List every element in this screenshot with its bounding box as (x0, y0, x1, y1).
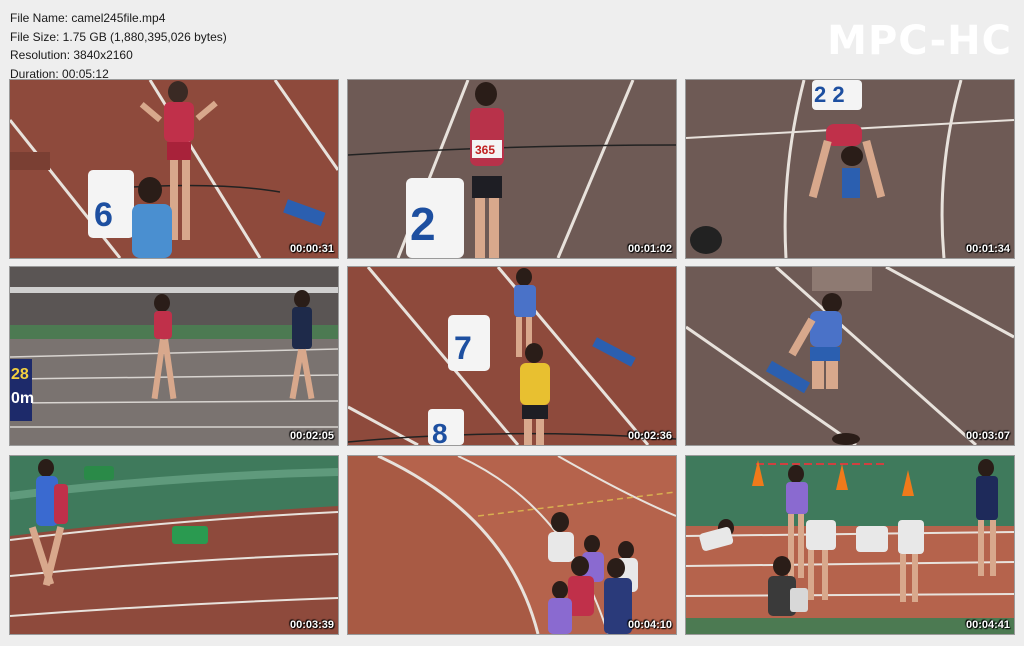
file-info: File Name: camel245file.mp4 File Size: 1… (10, 9, 227, 83)
timestamp: 00:01:34 (965, 243, 1010, 255)
frame-image (10, 456, 338, 634)
frame-image: 28 0m (10, 267, 338, 445)
lane-number-7: 7 (454, 330, 472, 366)
frame-image (686, 267, 1014, 445)
mpc-hc-logo: MPC-HC (827, 18, 1012, 64)
lane-number-2: 2 (410, 198, 436, 250)
thumbnail-1[interactable]: 6 00:00:31 (9, 79, 339, 259)
file-name: File Name: camel245file.mp4 (10, 11, 166, 25)
lane-number-8: 8 (432, 418, 448, 445)
lane-number-6: 6 (94, 196, 113, 234)
thumbnail-9[interactable]: 00:04:41 (685, 455, 1015, 635)
bib-number: 365 (475, 143, 495, 157)
timestamp: 00:03:07 (965, 430, 1010, 442)
thumbnail-4[interactable]: 28 0m 00:02:05 (9, 266, 339, 446)
lane-number-2: 2 2 (814, 82, 845, 107)
timestamp: 00:03:39 (289, 619, 334, 631)
thumbnail-2[interactable]: 2 365 00:01:02 (347, 79, 677, 259)
board-text: 28 (11, 366, 29, 383)
thumbnail-5[interactable]: 7 8 00:02:36 (347, 266, 677, 446)
timestamp: 00:02:05 (289, 430, 334, 442)
board-text: 0m (11, 390, 34, 407)
thumbnail-7[interactable]: 00:03:39 (9, 455, 339, 635)
file-size: File Size: 1.75 GB (1,880,395,026 bytes) (10, 29, 227, 44)
frame-image (348, 456, 676, 634)
thumbnail-3[interactable]: 2 2 00:01:34 (685, 79, 1015, 259)
frame-image: 7 8 (348, 267, 676, 445)
frame-image: 6 (10, 80, 338, 258)
resolution: Resolution: 3840x2160 (10, 48, 133, 62)
timestamp: 00:04:10 (627, 619, 672, 631)
timestamp: 00:04:41 (965, 619, 1010, 631)
timestamp: 00:02:36 (627, 430, 672, 442)
frame-image (686, 456, 1014, 634)
thumbnail-6[interactable]: 00:03:07 (685, 266, 1015, 446)
timestamp: 00:00:31 (289, 243, 334, 255)
thumbnail-8[interactable]: 00:04:10 (347, 455, 677, 635)
frame-image: 2 2 (686, 80, 1014, 258)
timestamp: 00:01:02 (627, 243, 672, 255)
frame-image: 2 365 (348, 80, 676, 258)
